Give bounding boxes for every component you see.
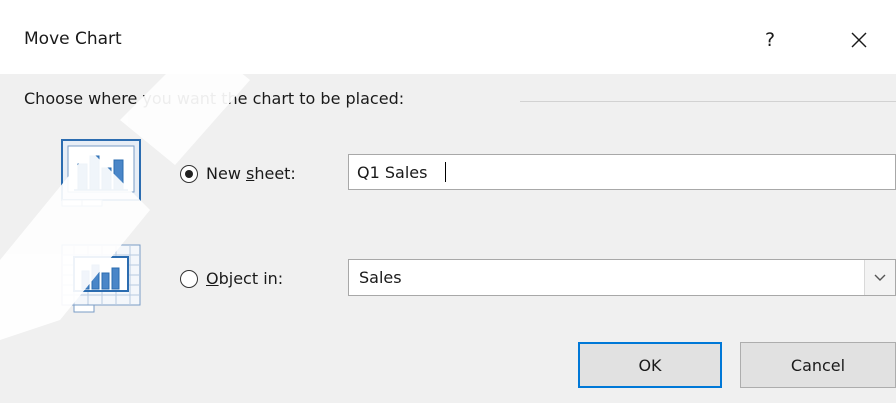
chevron-down-icon bbox=[874, 274, 886, 281]
text-caret bbox=[445, 162, 446, 182]
new-sheet-label: New sheet: bbox=[206, 164, 296, 183]
close-button[interactable] bbox=[836, 20, 882, 60]
help-button[interactable]: ? bbox=[750, 20, 790, 60]
ok-button[interactable]: OK bbox=[578, 342, 722, 388]
new-sheet-radio-button[interactable] bbox=[180, 164, 198, 183]
close-icon bbox=[851, 32, 867, 48]
object-in-label: Object in: bbox=[206, 269, 284, 288]
radio-selected-dot bbox=[185, 169, 193, 178]
object-in-radio[interactable]: Object in: bbox=[180, 269, 283, 288]
cancel-button[interactable]: Cancel bbox=[740, 342, 896, 388]
object-in-radio-button[interactable] bbox=[180, 269, 198, 288]
dropdown-button[interactable] bbox=[864, 260, 895, 295]
object-in-chart-icon bbox=[61, 244, 141, 313]
title-bar: Move Chart ? bbox=[0, 0, 896, 74]
group-label: Choose where you want the chart to be pl… bbox=[24, 89, 413, 108]
object-in-select-value: Sales bbox=[359, 268, 402, 287]
dialog-title: Move Chart bbox=[24, 29, 122, 49]
new-sheet-name-input[interactable] bbox=[348, 154, 896, 190]
group-divider bbox=[520, 101, 896, 102]
new-sheet-chart-icon bbox=[61, 139, 141, 207]
new-sheet-radio[interactable]: New sheet: bbox=[180, 164, 296, 183]
object-in-select[interactable]: Sales bbox=[348, 259, 896, 296]
